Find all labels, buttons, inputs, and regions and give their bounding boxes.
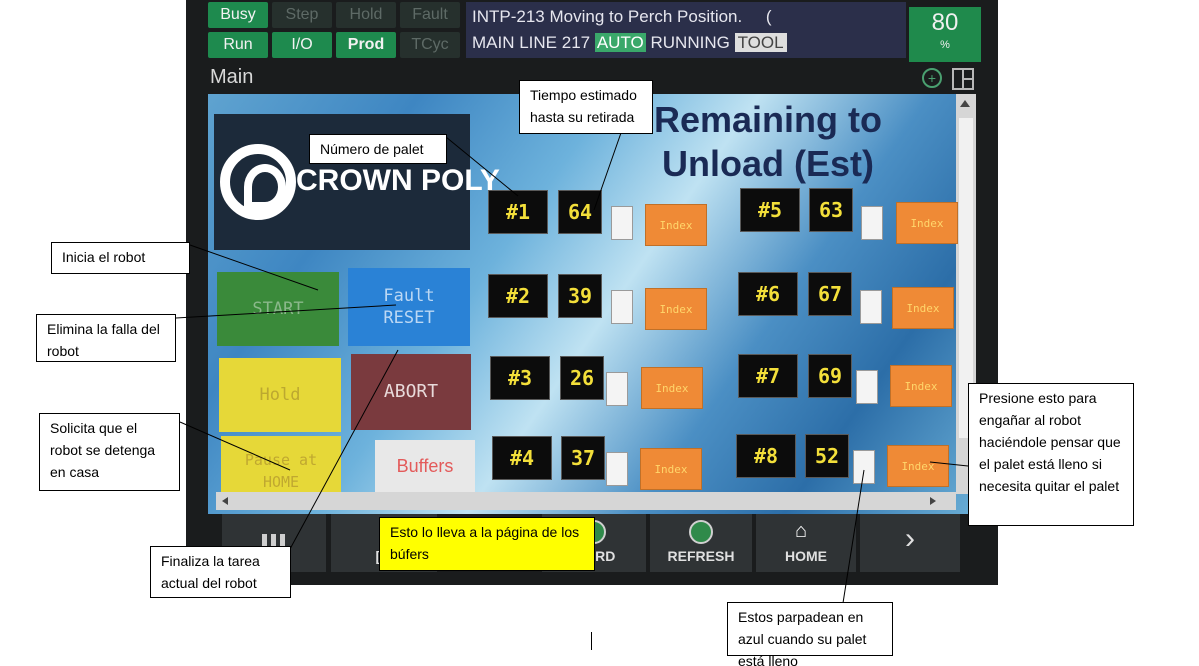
text-cursor [591, 632, 592, 650]
callout-start-robot: Inicia el robot [51, 242, 190, 274]
pause-label-line2: HOME [262, 473, 300, 491]
mode-auto-badge: AUTO [594, 33, 646, 52]
pallet-index-button-8[interactable]: Index [887, 445, 949, 487]
status-bar: Busy Step Hold Fault Run I/O Prod TCyc I… [206, 2, 986, 62]
home-icon: ⌂ [795, 520, 808, 542]
pallet-number-4: #4 [492, 436, 552, 480]
callout-end-task: Finaliza la tarea actual del robot [150, 546, 291, 598]
run-state-text: RUNNING [650, 33, 730, 52]
refresh-button[interactable]: REFRESH [650, 514, 752, 572]
status-message-line2: MAIN LINE 217 AUTO RUNNING TOOL [472, 30, 900, 56]
hold-button[interactable]: Hold [219, 358, 341, 432]
pallet-index-button-6[interactable]: Index [892, 287, 954, 329]
status-io[interactable]: I/O [272, 32, 332, 58]
pallet-full-indicator-7 [856, 370, 878, 404]
status-tcyc[interactable]: TCyc [400, 32, 460, 58]
pallet-full-indicator-4 [606, 452, 628, 486]
speed-unit: % [940, 39, 950, 51]
logo-text: CROWN POLY [296, 164, 500, 197]
next-page-button[interactable]: › [860, 514, 960, 572]
status-busy[interactable]: Busy [208, 2, 268, 28]
pallet-remaining-4: 37 [561, 436, 605, 480]
pallet-remaining-5: 63 [809, 188, 853, 232]
home-label: HOME [785, 548, 827, 564]
status-message-box: INTP-213 Moving to Perch Position. ( MAI… [466, 2, 906, 58]
pallet-remaining-6: 67 [808, 272, 852, 316]
pause-label-line1: Pause at [244, 451, 318, 469]
fault-reset-label-line2: RESET [383, 308, 435, 328]
pallet-index-button-3[interactable]: Index [641, 367, 703, 409]
remaining-title-line2: Unload (Est) [662, 143, 874, 184]
callout-index-trick: Presione esto para engañar al robot haci… [968, 383, 1134, 526]
status-run[interactable]: Run [208, 32, 268, 58]
callout-request-stop: Solicita que el robot se detenga en casa [39, 413, 180, 491]
fault-reset-button[interactable]: Fault RESET [348, 268, 470, 346]
scroll-right-icon[interactable] [930, 497, 936, 505]
speed-value: 80 [931, 9, 959, 36]
status-step[interactable]: Step [272, 2, 332, 28]
status-message-line-number: MAIN LINE 217 [472, 33, 591, 52]
pallet-remaining-3: 26 [560, 356, 604, 400]
horizontal-scrollbar[interactable] [216, 492, 956, 510]
tool-badge: TOOL [734, 33, 787, 52]
zoom-in-icon[interactable]: + [922, 68, 942, 88]
crown-poly-logo-icon [220, 144, 296, 220]
callout-clear-fault: Elimina la falla del robot [36, 314, 176, 362]
speed-override[interactable]: 80 % [909, 7, 981, 62]
callout-pallet-number: Número de palet [309, 134, 447, 164]
status-message-line1: INTP-213 Moving to Perch Position. ( [472, 7, 772, 26]
pallet-number-2: #2 [488, 274, 548, 318]
window-title: Main [210, 66, 254, 88]
status-prod[interactable]: Prod [336, 32, 396, 58]
pallet-index-button-5[interactable]: Index [896, 202, 958, 244]
abort-button[interactable]: ABORT [351, 354, 471, 430]
pallet-full-indicator-1 [611, 206, 633, 240]
scroll-left-icon[interactable] [222, 497, 228, 505]
callout-blink-blue: Estos parpadean en azul cuando su palet … [727, 602, 893, 666]
pallet-index-button-4[interactable]: Index [640, 448, 702, 490]
chevron-right-icon: › [905, 522, 915, 555]
refresh-label: REFRESH [667, 548, 735, 564]
refresh-globe-icon [689, 520, 713, 544]
pallet-remaining-2: 39 [558, 274, 602, 318]
pallet-remaining-7: 69 [808, 354, 852, 398]
home-button[interactable]: ⌂ HOME [756, 514, 856, 572]
pallet-full-indicator-5 [861, 206, 883, 240]
pallet-full-indicator-3 [606, 372, 628, 406]
pause-at-home-button[interactable]: Pause at HOME [221, 436, 341, 492]
split-window-icon[interactable] [952, 68, 974, 90]
pallet-full-indicator-8 [853, 450, 875, 484]
pallet-number-6: #6 [738, 272, 798, 316]
buffers-button[interactable]: Buffers [375, 440, 475, 492]
start-button[interactable]: START [217, 272, 339, 346]
pallet-number-7: #7 [738, 354, 798, 398]
pallet-full-indicator-6 [860, 290, 882, 324]
pallet-remaining-1: 64 [558, 190, 602, 234]
callout-time-estimate: Tiempo estimado hasta su retirada [519, 80, 653, 134]
pallet-number-3: #3 [490, 356, 550, 400]
pallet-number-1: #1 [488, 190, 548, 234]
scroll-up-icon[interactable] [960, 100, 970, 107]
pallet-index-button-2[interactable]: Index [645, 288, 707, 330]
callout-buffers-page: Esto lo lleva a la página de los búfers [379, 517, 595, 571]
pallet-index-button-1[interactable]: Index [645, 204, 707, 246]
pallet-remaining-8: 52 [805, 434, 849, 478]
pallet-index-button-7[interactable]: Index [890, 365, 952, 407]
fault-reset-label-line1: Fault [383, 286, 435, 306]
pallet-full-indicator-2 [611, 290, 633, 324]
status-hold[interactable]: Hold [336, 2, 396, 28]
pallet-number-8: #8 [736, 434, 796, 478]
status-fault[interactable]: Fault [400, 2, 460, 28]
pallet-number-5: #5 [740, 188, 800, 232]
